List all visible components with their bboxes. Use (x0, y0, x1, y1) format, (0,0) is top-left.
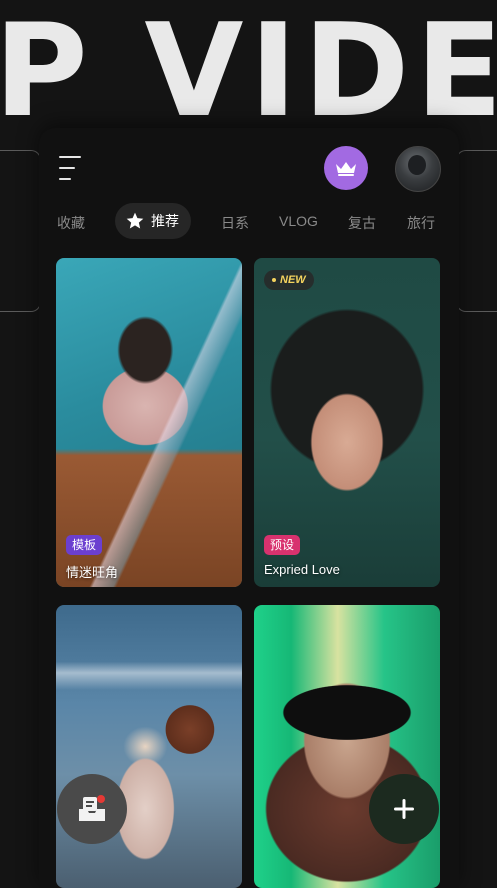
vip-button[interactable] (324, 146, 368, 190)
add-button[interactable] (369, 774, 439, 844)
tab-favorites[interactable]: 收藏 (57, 213, 85, 233)
card-badge: 模板 (66, 535, 103, 555)
menu-button[interactable] (59, 156, 87, 180)
menu-icon-line (59, 167, 75, 169)
card-title: 情迷旺角 (66, 565, 119, 580)
tab-recommended[interactable]: 推荐 (115, 203, 191, 239)
category-tabs: 收藏 推荐 日系 VLOG 复古 旅行 (39, 203, 459, 243)
template-card[interactable]: 模板 情迷旺角 (56, 258, 242, 587)
menu-icon-line (59, 156, 81, 158)
preset-card[interactable]: NEW 预设 Expried Love (254, 258, 440, 587)
tab-retro[interactable]: 复古 (348, 213, 376, 233)
tab-recommended-label: 推荐 (151, 213, 179, 229)
menu-icon-line (59, 178, 71, 180)
new-tag-dot (272, 278, 276, 282)
inbox-button[interactable] (57, 774, 127, 844)
card-image (254, 605, 440, 888)
card-image (56, 605, 242, 888)
new-tag-label: NEW (280, 274, 306, 286)
crown-icon (336, 162, 356, 176)
template-card[interactable] (56, 605, 242, 888)
tab-vlog[interactable]: VLOG (279, 213, 318, 229)
backdrop-outline-right (456, 150, 497, 312)
tab-travel[interactable]: 旅行 (407, 213, 435, 233)
new-tag: NEW (264, 270, 314, 290)
avatar[interactable] (395, 146, 441, 192)
template-card[interactable] (254, 605, 440, 888)
backdrop-outline-left (0, 150, 41, 312)
inbox-icon (79, 795, 105, 821)
star-icon (126, 212, 144, 229)
tab-japanese[interactable]: 日系 (221, 213, 249, 233)
card-title: Expried Love (264, 562, 340, 577)
backdrop-title: P VIDE (0, 0, 497, 146)
card-badge: 预设 (264, 535, 301, 555)
plus-icon (394, 799, 414, 819)
